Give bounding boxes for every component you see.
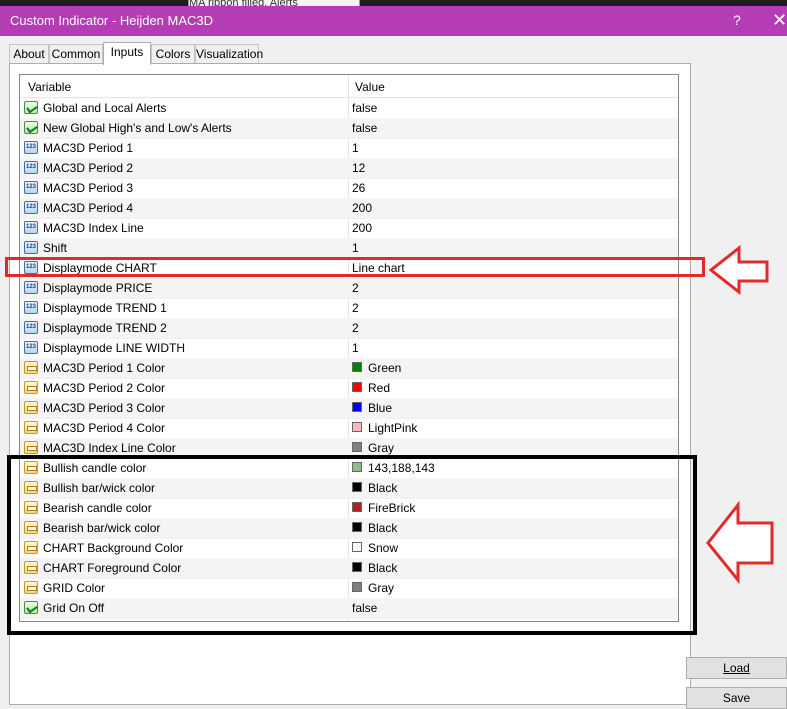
red-arrow-icon-2 (706, 500, 774, 585)
tab-inputs[interactable]: Inputs (103, 42, 151, 65)
highlight-box-black (7, 455, 697, 635)
save-button[interactable]: Save (686, 687, 787, 709)
load-button-label: Load (723, 661, 750, 675)
red-arrow-icon (708, 244, 769, 296)
save-button-label: Save (722, 691, 751, 705)
load-button[interactable]: Load (686, 657, 787, 679)
